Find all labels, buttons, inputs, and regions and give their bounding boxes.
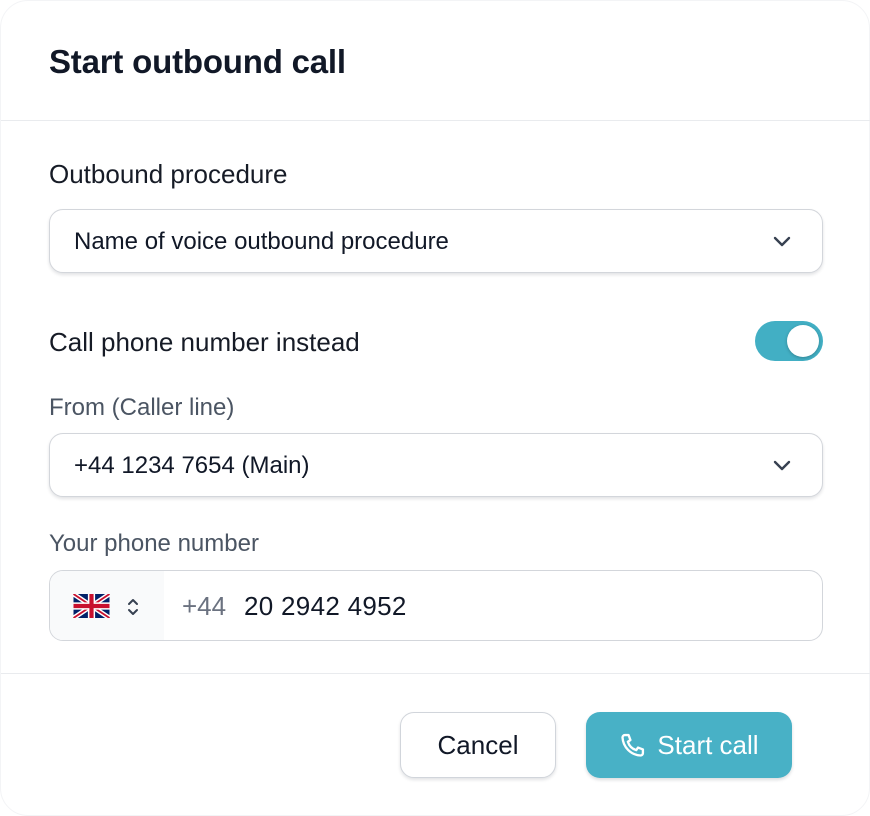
cancel-button-label: Cancel — [437, 729, 519, 760]
start-outbound-call-dialog: Start outbound call Outbound procedure N… — [0, 0, 870, 816]
uk-flag-icon — [73, 594, 110, 618]
chevron-down-icon — [773, 460, 791, 471]
dialog-header: Start outbound call — [1, 1, 870, 121]
your-phone-number-field: +44 20 2942 4952 — [49, 570, 823, 641]
chevron-down-icon — [773, 236, 791, 247]
outbound-procedure-value: Name of voice outbound procedure — [74, 228, 449, 255]
call-phone-number-label: Call phone number instead — [49, 327, 360, 357]
start-call-button[interactable]: Start call — [586, 712, 792, 778]
phone-number-input[interactable]: 20 2942 4952 — [244, 591, 407, 622]
caller-line-label: From (Caller line) — [49, 394, 235, 421]
start-call-button-label: Start call — [657, 729, 759, 760]
outbound-procedure-select[interactable]: Name of voice outbound procedure — [49, 209, 823, 273]
footer-divider — [1, 673, 870, 674]
call-phone-number-toggle[interactable] — [755, 321, 823, 361]
country-dial-prefix: +44 — [182, 591, 227, 621]
chevron-up-down-icon — [128, 599, 138, 615]
toggle-knob — [787, 325, 819, 357]
caller-line-value: +44 1234 7654 (Main) — [74, 452, 310, 479]
caller-line-select[interactable]: +44 1234 7654 (Main) — [49, 433, 823, 497]
your-phone-number-label: Your phone number — [49, 530, 259, 557]
outbound-procedure-label: Outbound procedure — [49, 159, 288, 189]
cancel-button[interactable]: Cancel — [400, 712, 556, 778]
phone-icon — [621, 733, 645, 757]
country-code-selector[interactable] — [50, 571, 164, 640]
dialog-title: Start outbound call — [49, 43, 346, 80]
